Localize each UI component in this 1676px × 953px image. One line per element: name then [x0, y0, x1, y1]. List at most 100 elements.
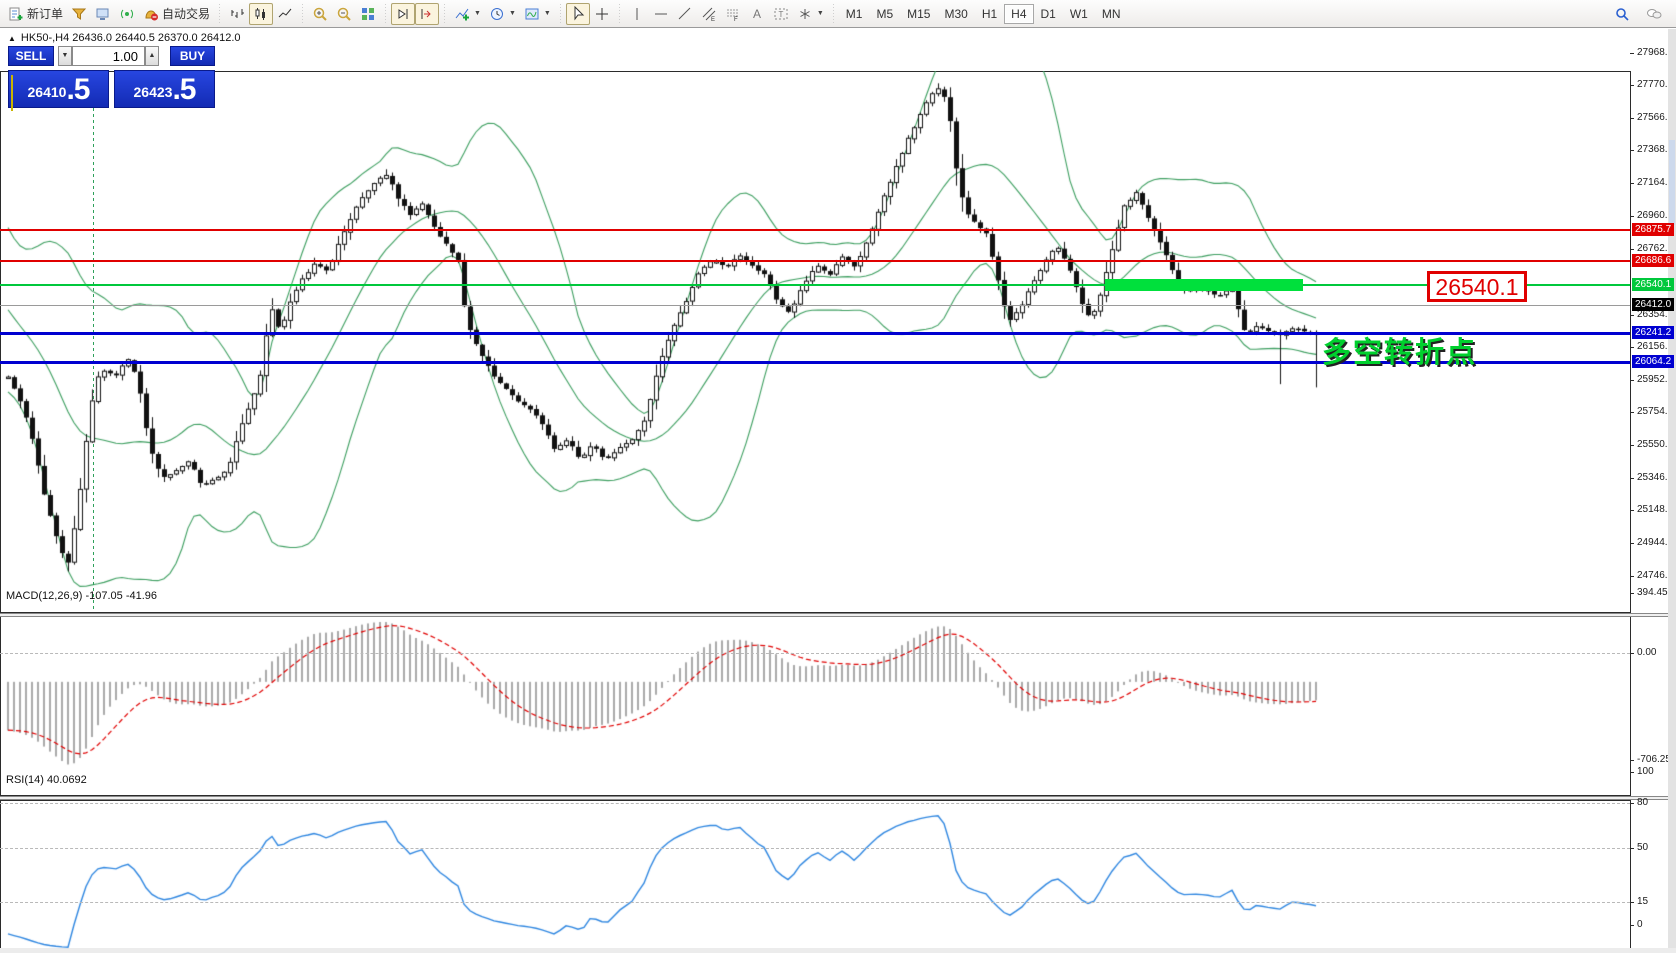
- timeframe-mn[interactable]: MN: [1095, 4, 1128, 24]
- price-axis-tick: [1630, 150, 1634, 151]
- funnel-button[interactable]: [67, 3, 91, 25]
- timeframe-m5[interactable]: M5: [869, 4, 900, 24]
- timeframe-m15[interactable]: M15: [900, 4, 937, 24]
- crosshair-icon: [594, 6, 610, 22]
- terminal-button[interactable]: [91, 3, 115, 25]
- buy-button[interactable]: BUY: [170, 46, 215, 66]
- cursor-button[interactable]: [566, 3, 590, 25]
- toolbar-separator: [217, 4, 222, 24]
- hline-icon: [653, 6, 669, 22]
- window-separator[interactable]: [0, 796, 1676, 800]
- price-axis-tick: [1630, 412, 1634, 413]
- search-icon: [1614, 6, 1630, 22]
- vline-button[interactable]: [625, 3, 649, 25]
- horizontal-level-line[interactable]: [0, 284, 1630, 286]
- chart-window[interactable]: ▲ HK50-,H4 26436.0 26440.5 26370.0 26412…: [0, 29, 1676, 953]
- buy-price[interactable]: 26423 .5: [114, 70, 215, 108]
- channel-button[interactable]: E: [697, 3, 721, 25]
- main-toolbar: 新订单 自动交易 ▼ ▼ ▼ E F AT ▼ M1M5M15M30H1H4D1W1MN: [0, 0, 1676, 28]
- shapes-button[interactable]: ▼: [793, 3, 828, 25]
- horizontal-level-line[interactable]: [0, 260, 1630, 262]
- buy-price-main: 26423: [134, 79, 173, 105]
- scrollbar-thumb[interactable]: [1669, 140, 1675, 225]
- drawn-vertical-line[interactable]: [11, 75, 13, 111]
- auto-scroll-button[interactable]: [415, 3, 439, 25]
- hline-button[interactable]: [649, 3, 673, 25]
- volume-input[interactable]: [72, 46, 145, 66]
- bar-chart-icon: [229, 6, 245, 22]
- fibonacci-button[interactable]: F: [721, 3, 745, 25]
- templates-button[interactable]: ▼: [520, 3, 555, 25]
- rsi-axis-label: 50: [1637, 842, 1648, 853]
- price-axis-tick: [1630, 183, 1634, 184]
- zoom-out-button[interactable]: [332, 3, 356, 25]
- timeframe-m1[interactable]: M1: [839, 4, 870, 24]
- rsi-label: RSI(14) 40.0692: [6, 774, 87, 786]
- chat-button[interactable]: [1642, 3, 1666, 25]
- volume-decrease-button[interactable]: ▼: [58, 46, 72, 66]
- chart-title: HK50-,H4 26436.0 26440.5 26370.0 26412.0: [21, 32, 241, 44]
- timeframe-h1[interactable]: H1: [975, 4, 1004, 24]
- turning-point-annotation[interactable]: 多空转折点: [1322, 329, 1477, 371]
- signal-button[interactable]: [115, 3, 139, 25]
- chart-shift-button[interactable]: [391, 3, 415, 25]
- sell-price[interactable]: 26410 .5: [8, 70, 109, 108]
- chevron-down-icon[interactable]: ▼: [474, 10, 481, 17]
- shapes-icon: [797, 6, 813, 22]
- timeframe-d1[interactable]: D1: [1034, 4, 1063, 24]
- cursor-icon: [570, 6, 586, 22]
- trendline-button[interactable]: [673, 3, 697, 25]
- highlight-band[interactable]: [1105, 279, 1303, 291]
- rsi-chart[interactable]: [0, 801, 1630, 953]
- macd-axis-label: -706.25: [1637, 754, 1671, 765]
- price-tag: 26241.2: [1632, 326, 1674, 339]
- toolbar-separator: [300, 4, 305, 24]
- vline-icon: [629, 6, 645, 22]
- price-axis-tick: [1630, 315, 1634, 316]
- candlestick-chart-button[interactable]: [249, 3, 273, 25]
- chevron-down-icon[interactable]: ▼: [817, 10, 824, 17]
- autotrade-button[interactable]: 自动交易: [139, 3, 214, 25]
- timeframe-m30[interactable]: M30: [937, 4, 974, 24]
- tile-windows-button[interactable]: [356, 3, 380, 25]
- sell-button[interactable]: SELL: [8, 46, 54, 66]
- zoom-in-button[interactable]: [308, 3, 332, 25]
- label-button[interactable]: T: [769, 3, 793, 25]
- fibonacci-icon: F: [725, 6, 741, 22]
- price-axis-tick: [1630, 85, 1634, 86]
- volume-increase-button[interactable]: ▲: [145, 46, 159, 66]
- indicators-button[interactable]: ▼: [450, 3, 485, 25]
- price-tag: 26064.2: [1632, 355, 1674, 368]
- horizontal-level-line[interactable]: [0, 229, 1630, 231]
- rsi-axis-tick: [1630, 848, 1634, 849]
- timeframe-h4[interactable]: H4: [1004, 4, 1033, 24]
- new-order-button[interactable]: 新订单: [4, 3, 67, 25]
- chevron-down-icon[interactable]: ▼: [509, 10, 516, 17]
- trendline-icon: [677, 6, 693, 22]
- price-tag: 26875.7: [1632, 223, 1674, 236]
- price-axis-tick: [1630, 543, 1634, 544]
- periods-button[interactable]: ▼: [485, 3, 520, 25]
- chevron-down-icon[interactable]: ▼: [544, 10, 551, 17]
- search-button[interactable]: [1610, 3, 1634, 25]
- rsi-axis-tick: [1630, 925, 1634, 926]
- macd-axis-tick: [1630, 653, 1634, 654]
- price-axis-tick: [1630, 445, 1634, 446]
- price-callout-box[interactable]: 26540.1: [1427, 271, 1527, 302]
- macd-chart[interactable]: [0, 617, 1630, 796]
- macd-axis-tick: [1630, 593, 1634, 594]
- crosshair-button[interactable]: [590, 3, 614, 25]
- price-axis-tick: [1630, 510, 1634, 511]
- tile-windows-icon: [360, 6, 376, 22]
- indicators-icon: [454, 6, 470, 22]
- bar-chart-button[interactable]: [225, 3, 249, 25]
- timeframe-w1[interactable]: W1: [1063, 4, 1095, 24]
- chat-icon: [1646, 6, 1662, 22]
- rsi-level-line: [0, 848, 1630, 849]
- svg-text:F: F: [734, 17, 738, 22]
- toolbar-separator: [383, 4, 388, 24]
- price-axis-tick: [1630, 53, 1634, 54]
- line-chart-button[interactable]: [273, 3, 297, 25]
- collapse-arrow-icon[interactable]: ▲: [8, 34, 16, 43]
- text-button[interactable]: A: [745, 3, 769, 25]
